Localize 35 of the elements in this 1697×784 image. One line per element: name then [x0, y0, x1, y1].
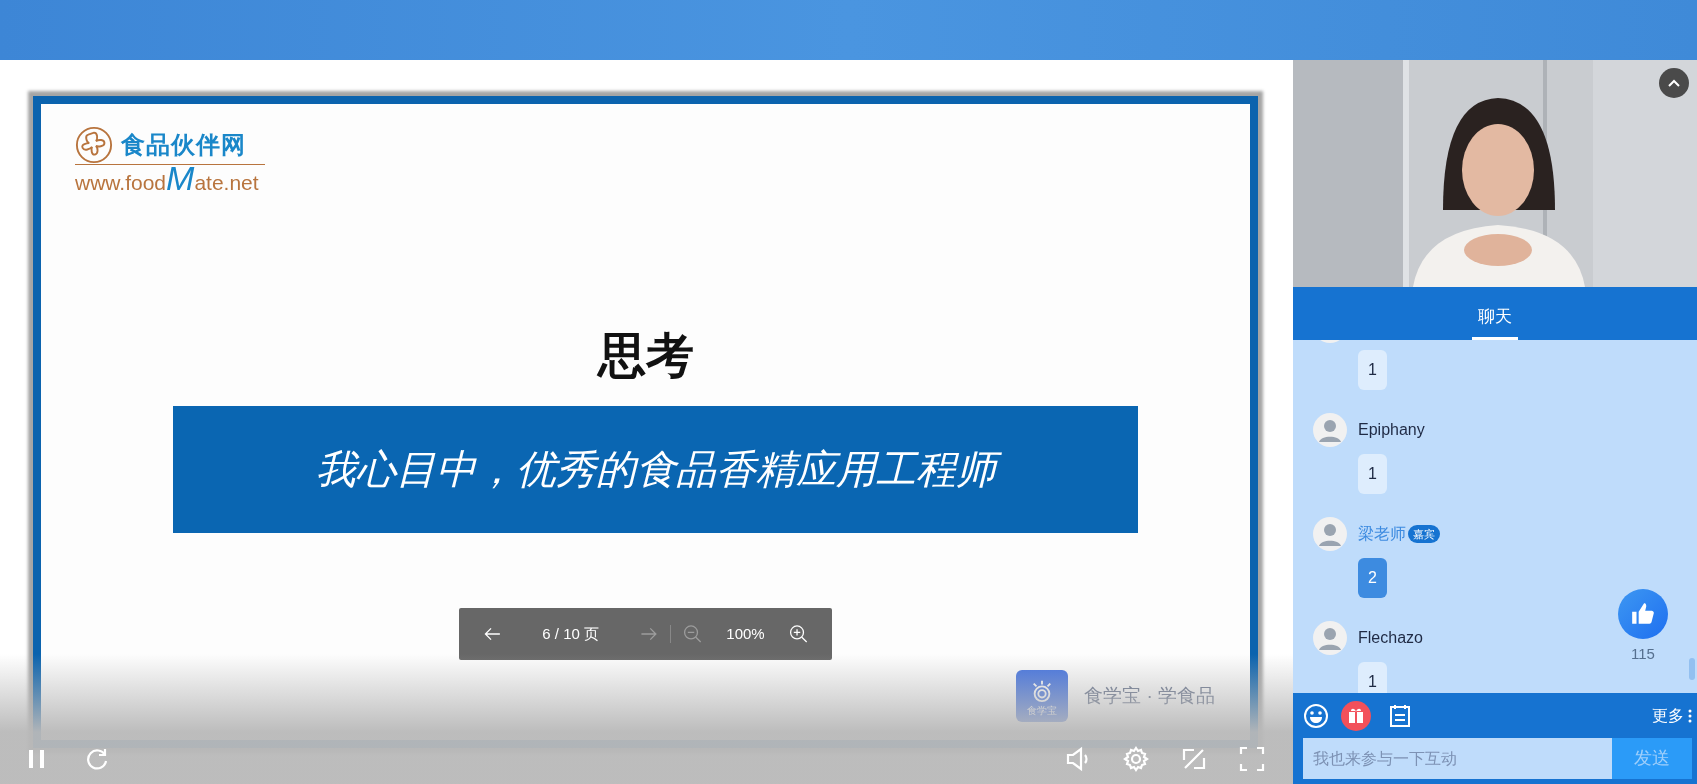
message-bubble: 1: [1358, 662, 1387, 693]
guest-badge: 嘉宾: [1408, 524, 1440, 544]
smiley-icon[interactable]: [1303, 703, 1329, 729]
chat-input[interactable]: 我也来参与一下互动: [1303, 738, 1612, 779]
avatar-icon: [1313, 413, 1347, 447]
notepad-icon[interactable]: [1387, 703, 1413, 729]
refresh-icon[interactable]: [84, 746, 110, 772]
message-bubble: 2: [1358, 558, 1387, 598]
sender-name: 梁老师: [1358, 524, 1406, 544]
message-bubble: 1: [1358, 350, 1387, 390]
like-count: 115: [1631, 644, 1655, 664]
brand-slogan: 食学宝 · 学食品: [1084, 683, 1215, 708]
logo-name: 食品伙伴网: [121, 130, 246, 160]
slide-banner: 我心目中，优秀的食品香精应用工程师: [173, 405, 1138, 533]
fullscreen-icon[interactable]: [1239, 746, 1265, 772]
page-indicator: 6 / 10 页: [542, 623, 599, 644]
logo-url: www.foodMate.net: [75, 164, 265, 195]
vertical-dots-icon: [1688, 708, 1692, 724]
slide-title: 思考: [596, 330, 695, 383]
volume-icon[interactable]: [1065, 746, 1091, 772]
gift-icon[interactable]: [1341, 701, 1371, 731]
avatar-icon: [1313, 517, 1347, 551]
like-button[interactable]: [1618, 589, 1668, 639]
settings-icon[interactable]: [1123, 746, 1149, 772]
thumbs-up-icon: [1630, 601, 1656, 627]
more-link[interactable]: 更多: [1652, 704, 1692, 728]
message-bubble: 1: [1358, 454, 1387, 494]
scrollbar-thumb[interactable]: [1689, 658, 1695, 680]
zoom-level: 100%: [726, 623, 765, 644]
avatar-icon: [1313, 621, 1347, 655]
sender-name: Epiphany: [1358, 420, 1425, 440]
sender-name: Flechazo: [1358, 628, 1423, 648]
flower-logo-icon: [75, 126, 113, 164]
slash-arrows-icon[interactable]: [1181, 746, 1207, 772]
brand-caption: 食学宝: [1027, 703, 1058, 718]
